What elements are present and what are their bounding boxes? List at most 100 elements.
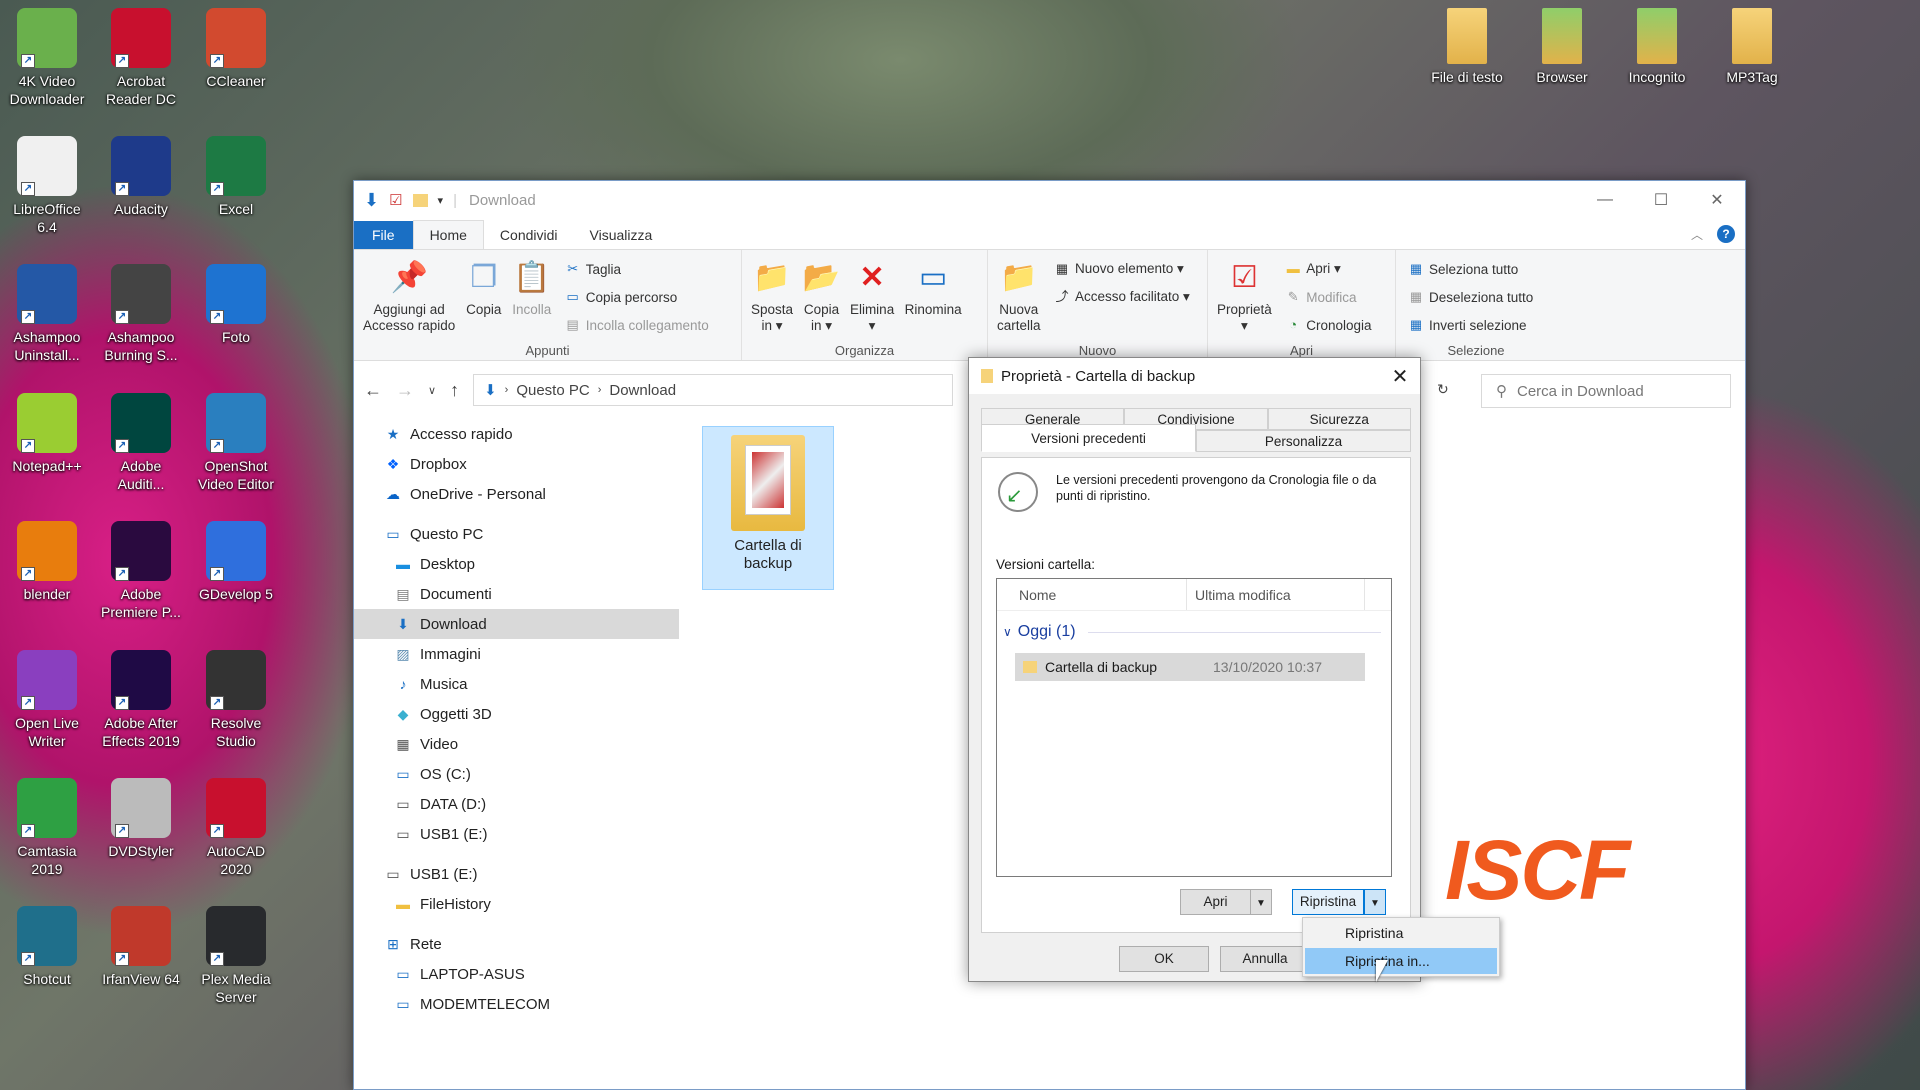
recent-chevron-icon[interactable]: ∨ (428, 384, 436, 397)
restore-button[interactable]: Ripristina (1292, 889, 1364, 915)
desktop-icon[interactable]: ↗ Plex Media Server (188, 906, 284, 1006)
menu-item-restore[interactable]: Ripristina (1305, 920, 1497, 946)
tab-versioni-precedenti[interactable]: Versioni precedenti (981, 424, 1196, 452)
versions-list[interactable]: Nome Ultima modifica ∨ Oggi (1) Cartella… (996, 578, 1392, 877)
refresh-icon[interactable]: ↻ (1437, 381, 1449, 398)
copy-button[interactable]: ❐ Copia (466, 258, 502, 318)
breadcrumb-download[interactable]: Download (609, 382, 676, 399)
nav-item[interactable]: ⊞ Rete (354, 929, 679, 959)
nav-item[interactable]: ▬ Desktop (354, 549, 679, 579)
desktop-icon[interactable]: Incognito (1609, 8, 1705, 86)
desktop-icon[interactable]: ↗ Adobe Auditi... (93, 393, 189, 493)
dialog-close-icon[interactable]: ✕ (1380, 364, 1420, 389)
desktop-icon[interactable]: ↗ Open Live Writer (0, 650, 95, 750)
chevron-down-icon[interactable]: ▾ (438, 194, 444, 207)
desktop-icon[interactable]: ↗ Ashampoo Uninstall... (0, 264, 95, 364)
help-icon[interactable]: ? (1717, 225, 1735, 243)
copy-path-button[interactable]: ▭ Copia percorso (565, 286, 709, 308)
chevron-up-icon[interactable]: ︿ (1691, 226, 1703, 243)
desktop-icon[interactable]: ↗ Audacity (93, 136, 189, 218)
desktop-icon[interactable]: MP3Tag (1704, 8, 1800, 86)
select-all-button[interactable]: ▦ Seleziona tutto (1408, 258, 1533, 280)
restore-dropdown-button[interactable]: ▼ (1364, 889, 1386, 915)
ok-button[interactable]: OK (1119, 946, 1209, 972)
move-to-button[interactable]: 📁 Sposta in ▾ (751, 258, 793, 334)
folder-item-cartella-di-backup[interactable]: Cartella di backup (702, 426, 834, 590)
nav-item[interactable]: ◆ Oggetti 3D (354, 699, 679, 729)
invert-selection-button[interactable]: ▦ Inverti selezione (1408, 314, 1533, 336)
rename-button[interactable]: ▭ Rinomina (905, 258, 962, 318)
properties-button[interactable]: ☑ Proprietà ▾ (1217, 258, 1272, 334)
address-box[interactable]: ⬇ › Questo PC › Download (473, 374, 954, 406)
desktop-icon[interactable]: ↗ OpenShot Video Editor (188, 393, 284, 493)
desktop-icon[interactable]: ↗ Adobe After Effects 2019 (93, 650, 189, 750)
nav-item[interactable]: ▭ OS (C:) (354, 759, 679, 789)
desktop-icon[interactable]: ↗ Ashampoo Burning S... (93, 264, 189, 364)
desktop-icon[interactable]: ↗ CCleaner (188, 8, 284, 90)
nav-item[interactable]: ▭ DATA (D:) (354, 789, 679, 819)
column-last-modified[interactable]: Ultima modifica (1187, 579, 1365, 610)
tab-personalizza[interactable]: Personalizza (1196, 430, 1411, 452)
delete-button[interactable]: ✕ Elimina ▾ (850, 258, 894, 334)
open-dropdown-button[interactable]: ▼ (1250, 889, 1272, 915)
tab-share[interactable]: Condividi (484, 221, 574, 249)
open-version-button[interactable]: Apri (1180, 889, 1250, 915)
desktop-icon[interactable]: File di testo (1419, 8, 1515, 86)
nav-item[interactable]: ▬ FileHistory (354, 889, 679, 919)
open-button[interactable]: ▬ Apri ▾ (1285, 258, 1371, 280)
desktop-icon[interactable]: ↗ Foto (188, 264, 284, 346)
paste-shortcut-button[interactable]: ▤ Incolla collegamento (565, 314, 709, 336)
nav-item[interactable]: ▭ MODEMTELECOM (354, 989, 679, 1019)
copy-to-button[interactable]: 📂 Copia in ▾ (803, 258, 840, 334)
new-item-button[interactable]: ▦ Nuovo elemento ▾ (1054, 258, 1190, 280)
maximize-button[interactable]: ☐ (1633, 181, 1689, 219)
tab-sicurezza[interactable]: Sicurezza (1267, 408, 1411, 430)
desktop-icon[interactable]: ↗ DVDStyler (93, 778, 189, 860)
nav-item[interactable]: ▦ Video (354, 729, 679, 759)
nav-item[interactable]: ▭ LAPTOP-ASUS (354, 959, 679, 989)
group-today[interactable]: ∨ Oggi (1) (1003, 623, 1381, 641)
nav-item[interactable]: ❖ Dropbox (354, 449, 679, 479)
desktop-icon[interactable]: ↗ AutoCAD 2020 (188, 778, 284, 878)
back-arrow-icon[interactable]: ← (364, 380, 382, 401)
desktop-icon[interactable]: ↗ Shotcut (0, 906, 95, 988)
nav-item[interactable]: ♪ Musica (354, 669, 679, 699)
table-row[interactable]: Cartella di backup 13/10/2020 10:37 (1015, 653, 1365, 681)
new-folder-icon[interactable] (412, 193, 428, 207)
desktop-icon[interactable]: ↗ Camtasia 2019 (0, 778, 95, 878)
desktop-icon[interactable]: ↗ Resolve Studio (188, 650, 284, 750)
forward-arrow-icon[interactable]: → (396, 380, 414, 401)
edit-button[interactable]: ✎ Modifica (1285, 286, 1371, 308)
desktop-icon[interactable]: ↗ blender (0, 521, 95, 603)
desktop-icon[interactable]: ↗ LibreOffice 6.4 (0, 136, 95, 236)
menu-item-restore-to[interactable]: Ripristina in... (1305, 948, 1497, 974)
nav-item[interactable]: ▭ USB1 (E:) (354, 819, 679, 849)
minimize-button[interactable]: — (1577, 181, 1633, 219)
desktop-icon[interactable]: ↗ GDevelop 5 (188, 521, 284, 603)
desktop-icon[interactable]: ↗ 4K Video Downloader (0, 8, 95, 108)
cancel-button[interactable]: Annulla (1220, 946, 1310, 972)
column-name[interactable]: Nome (997, 579, 1187, 610)
cut-button[interactable]: ✂ Taglia (565, 258, 709, 280)
desktop-icon[interactable]: ↗ Excel (188, 136, 284, 218)
desktop-icon[interactable]: ↗ IrfanView 64 (93, 906, 189, 988)
new-folder-button[interactable]: 📁 Nuova cartella (997, 258, 1041, 334)
desktop-icon[interactable]: ↗ Notepad++ (0, 393, 95, 475)
nav-item[interactable]: ▤ Documenti (354, 579, 679, 609)
desktop-icon[interactable]: ↗ Adobe Premiere P... (93, 521, 189, 621)
nav-item[interactable]: ▨ Immagini (354, 639, 679, 669)
pin-quick-access-button[interactable]: 📌 Aggiungi ad Accesso rapido (363, 258, 455, 334)
desktop-icon[interactable]: ↗ Acrobat Reader DC (93, 8, 189, 108)
properties-check-icon[interactable]: ☑ (389, 191, 402, 209)
tab-view[interactable]: Visualizza (574, 221, 669, 249)
search-input[interactable]: ⚲ Cerca in Download (1481, 374, 1731, 408)
desktop-icon[interactable]: Browser (1514, 8, 1610, 86)
easy-access-button[interactable]: ⤴ Accesso facilitato ▾ (1054, 286, 1189, 308)
history-button[interactable]: ◔ Cronologia (1285, 314, 1371, 336)
up-arrow-icon[interactable]: ↑ (450, 380, 459, 401)
breadcrumb-this-pc[interactable]: Questo PC (516, 382, 589, 399)
close-button[interactable]: ✕ (1689, 181, 1745, 219)
tab-home[interactable]: Home (412, 220, 484, 249)
nav-item[interactable]: ★ Accesso rapido (354, 419, 679, 449)
nav-item[interactable]: ▭ Questo PC (354, 519, 679, 549)
